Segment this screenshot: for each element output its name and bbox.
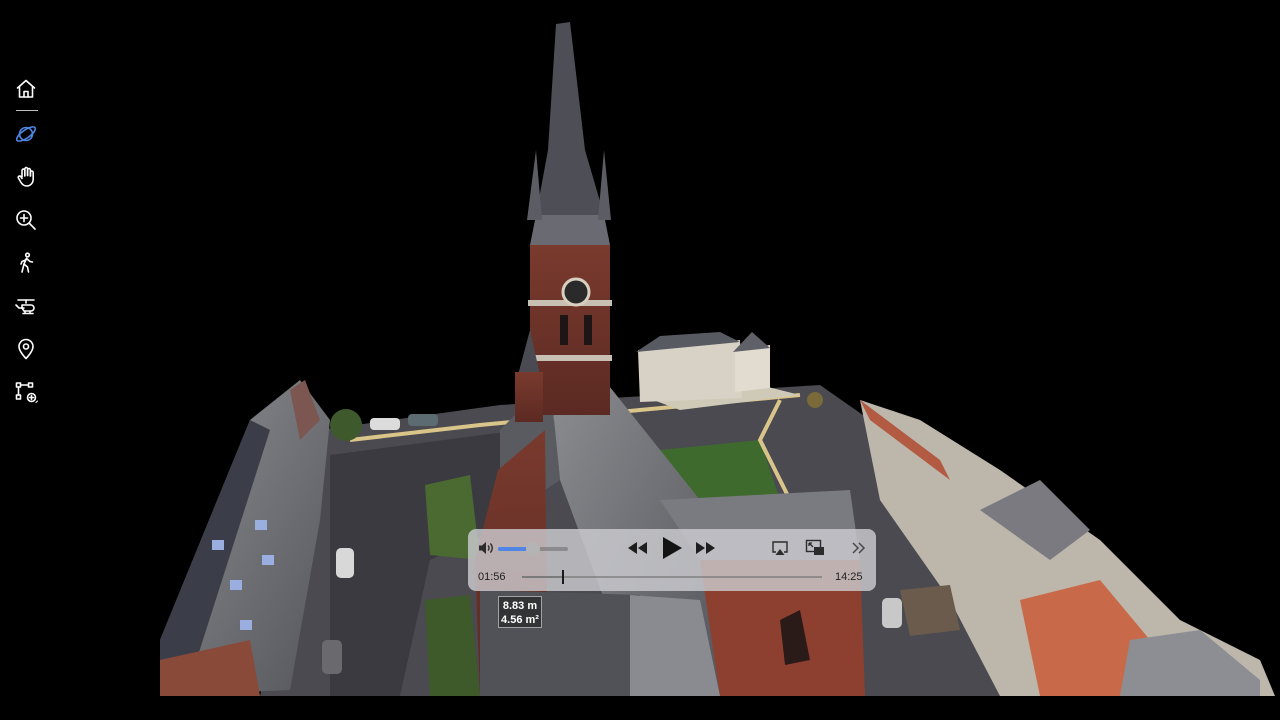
location-pin-icon [18, 338, 34, 360]
volume-slider[interactable] [498, 542, 568, 556]
walk-tool-button[interactable] [10, 247, 42, 279]
pan-tool-button[interactable] [10, 161, 42, 193]
3d-model-viewport[interactable] [0, 0, 1280, 720]
walk-icon [20, 252, 34, 273]
airplay-icon[interactable] [771, 540, 789, 556]
fly-tool-button[interactable] [10, 290, 42, 322]
orbit-icon [15, 126, 37, 142]
measurement-area: 4.56 m² [501, 614, 539, 626]
pan-hand-icon [17, 166, 34, 187]
home-button[interactable] [10, 73, 42, 105]
playhead[interactable] [561, 570, 564, 584]
add-measurement-icon [15, 382, 38, 403]
timeline-scrubber[interactable] [522, 570, 822, 584]
fast-forward-icon[interactable] [695, 541, 717, 555]
measure-tool-button[interactable] [10, 376, 42, 408]
total-duration: 14:25 [835, 571, 863, 583]
home-icon [16, 79, 36, 98]
elapsed-time: 01:56 [478, 571, 506, 583]
volume-knob[interactable] [526, 542, 540, 556]
picture-in-picture-icon[interactable] [805, 539, 825, 557]
media-controls: 01:56 14:25 [468, 529, 876, 591]
locations-button[interactable] [10, 333, 42, 365]
toolbar-divider [16, 110, 38, 111]
zoom-tool-button[interactable] [10, 204, 42, 236]
helicopter-icon [15, 299, 35, 315]
measurement-label[interactable]: 8.83 m 4.56 m² [498, 596, 542, 628]
play-icon[interactable] [661, 536, 683, 560]
orbit-tool-button[interactable] [10, 118, 42, 150]
timeline-progress [522, 576, 563, 578]
rewind-icon[interactable] [626, 541, 648, 555]
more-chevron-icon[interactable] [851, 542, 867, 554]
measurement-distance: 8.83 m [502, 600, 538, 612]
zoom-in-icon [16, 210, 36, 230]
volume-icon[interactable] [477, 540, 495, 556]
